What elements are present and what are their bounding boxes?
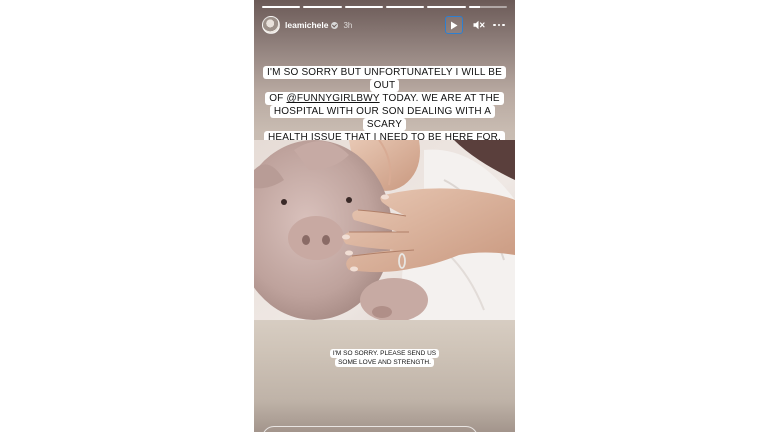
- caption-line: OF @FUNNYGIRLBWY TODAY. WE ARE AT THE: [265, 92, 504, 105]
- caption-line: I'M SO SORRY. PLEASE SEND US: [329, 349, 440, 358]
- avatar[interactable]: [262, 16, 280, 34]
- caption-line: HOSPITAL WITH OUR SON DEALING WITH A SCA…: [269, 105, 496, 131]
- progress-segment: [385, 6, 425, 8]
- progress-segment: [262, 6, 301, 8]
- story-viewer: leamichele 3h I'M SO SORRY BUT UNFORTUNA…: [254, 0, 515, 432]
- caption-line: I'M SO SORRY BUT UNFORTUNATELY I WILL BE…: [263, 66, 506, 92]
- mute-button[interactable]: [471, 16, 487, 34]
- story-caption-secondary: I'M SO SORRY. PLEASE SEND US SOME LOVE A…: [254, 349, 515, 367]
- caption-line: SOME LOVE AND STRENGTH.: [335, 358, 434, 367]
- story-header: leamichele 3h: [262, 14, 507, 36]
- progress-segment-current: [468, 6, 507, 8]
- story-photo: [254, 140, 515, 320]
- verified-badge-icon: [331, 21, 339, 29]
- story-caption-main: I'M SO SORRY BUT UNFORTUNATELY I WILL BE…: [254, 66, 515, 144]
- play-button[interactable]: [445, 16, 463, 34]
- more-dots-icon: [493, 23, 505, 27]
- more-options-button[interactable]: [491, 16, 507, 34]
- play-icon: [451, 21, 458, 29]
- progress-segment: [427, 6, 466, 8]
- username[interactable]: leamichele: [285, 20, 328, 30]
- speaker-muted-icon: [473, 20, 485, 30]
- mention-link[interactable]: @FUNNYGIRLBWY: [286, 93, 379, 104]
- timestamp: 3h: [343, 20, 353, 30]
- reply-input[interactable]: [262, 426, 478, 432]
- progress-segment: [303, 6, 342, 8]
- story-progress-bar: [262, 6, 507, 9]
- progress-segment: [344, 6, 383, 8]
